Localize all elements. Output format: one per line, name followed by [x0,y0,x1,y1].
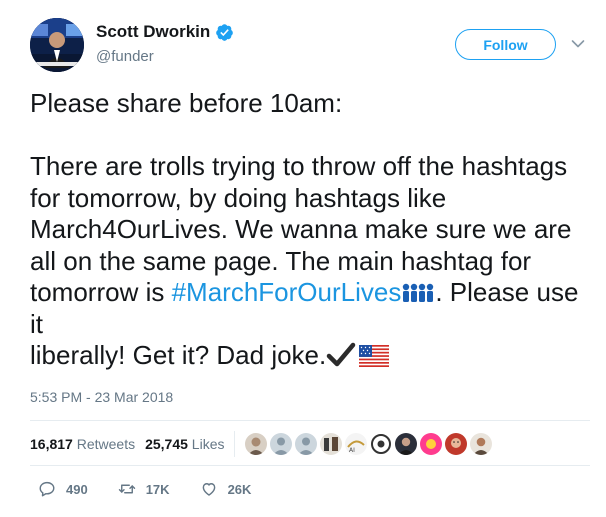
liker-avatar[interactable] [295,433,318,455]
stats-separator [234,431,236,457]
hashtag-link[interactable]: #MarchForOurLives [172,277,402,307]
check-mark-icon [327,342,356,367]
retweet-icon [118,484,135,494]
like-count: 26K [227,481,252,497]
retweets-label: Retweets [76,436,136,452]
likes-label: Likes [191,436,225,452]
user-handle[interactable]: @funder [96,48,154,65]
name-row: Scott Dworkin [96,22,234,42]
follow-button[interactable]: Follow [455,29,556,60]
tweet-timestamp[interactable]: 5:53 PM - 23 Mar 2018 [30,389,173,405]
avatar[interactable] [30,18,84,72]
tweet-card: Scott Dworkin @funder Follow Please shar… [0,0,606,517]
chevron-down-icon[interactable] [571,39,585,49]
people-group-icon [403,283,434,302]
likes-stat[interactable]: 25,745 Likes [145,436,224,452]
likers-avatars: AI [245,433,493,455]
liker-avatar[interactable] [470,433,493,455]
tweet-line-1: Please share before 10am: [30,88,343,118]
reply-icon [39,481,55,497]
liker-avatar[interactable] [245,433,268,455]
display-name[interactable]: Scott Dworkin [96,22,210,42]
tweet-paragraph-2-end-b: liberally! Get it? Dad joke. [30,340,327,370]
liker-avatar[interactable] [445,433,468,455]
like-button[interactable]: 26K [200,480,252,498]
svg-text:AI: AI [349,447,355,454]
divider [30,420,590,421]
tweet-text: Please share before 10am: There are trol… [30,88,590,372]
us-flag-icon [359,345,390,367]
retweets-count: 16,817 [30,436,73,452]
liker-avatar[interactable] [395,433,418,455]
liker-avatar[interactable] [370,433,393,455]
tweet-paragraph-2: There are trolls trying to throw off the… [30,151,590,372]
retweets-stat[interactable]: 16,817 Retweets [30,436,135,452]
tweet-actions: 490 17K 26K [38,480,281,498]
liker-avatar[interactable] [320,433,343,455]
reply-button[interactable]: 490 [38,480,88,498]
liker-avatar[interactable]: AI [345,433,368,455]
divider [30,465,590,466]
liker-avatar[interactable] [420,433,443,455]
likes-count: 25,745 [145,436,188,452]
liker-avatar[interactable] [270,433,293,455]
heart-icon [202,483,215,496]
avatar-image [30,18,84,72]
retweet-count: 17K [145,481,170,497]
engagement-stats: 16,817 Retweets 25,745 Likes AI [30,431,493,457]
verified-badge-icon [216,23,234,41]
reply-count: 490 [66,481,88,497]
retweet-button[interactable]: 17K [118,480,170,498]
